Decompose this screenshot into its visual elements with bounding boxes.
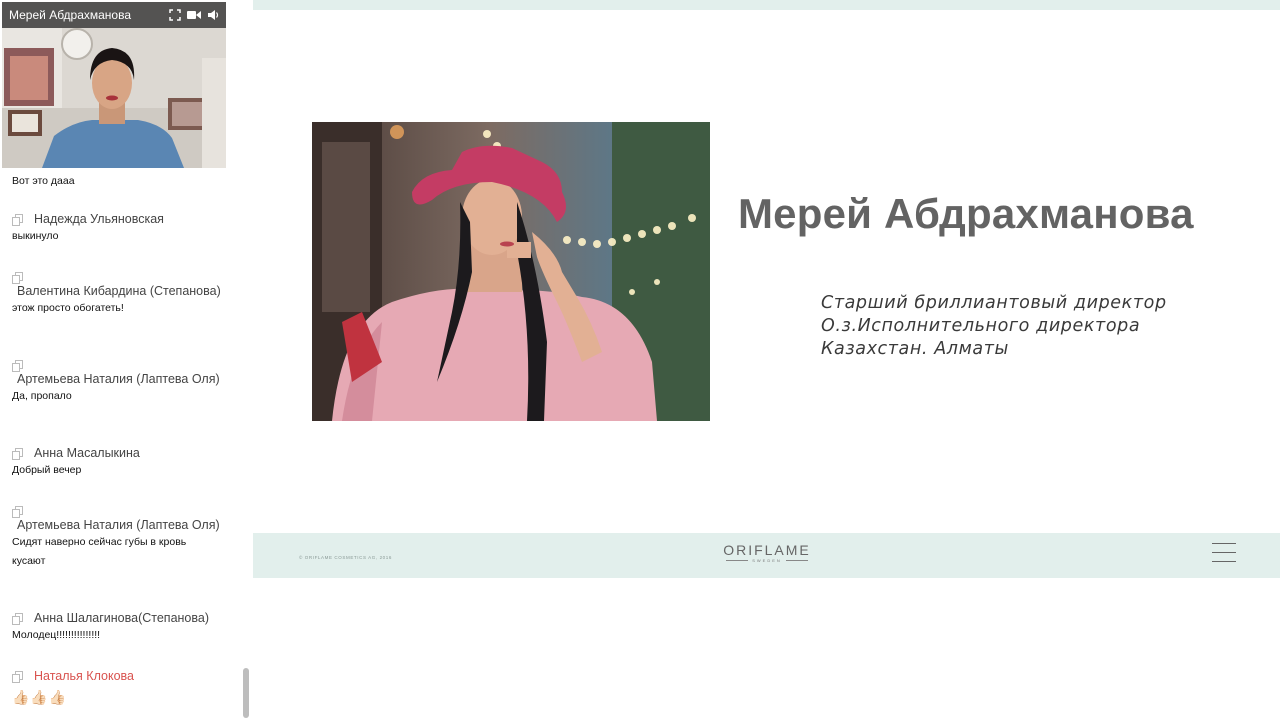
slide-footer: © ORIFLAME COSMETICS AG, 2016 ORIFLAME S… [253,533,1280,578]
copy-icon[interactable] [12,448,24,460]
subtitle-line: Старший бриллиантовый директор [821,293,1167,313]
presentation-slide: Мерей Абдрахманова Старший бриллиантовый… [253,0,1280,580]
chat-author: Наталья Клокова [34,669,134,683]
menu-lines-icon [1212,543,1236,567]
speaker-icon[interactable] [207,9,219,21]
thumbs-up-emoji: 👍🏻👍🏻👍🏻 [12,689,68,705]
webcam-feed [2,28,226,168]
chat-message: Вот это дааа [12,172,222,191]
chat-message-text: Сидят наверно сейчас губы в кровь кусают [12,536,187,567]
copy-icon[interactable] [12,272,24,284]
slide-top-band [253,0,1280,10]
camera-icon[interactable] [187,10,201,20]
oriflame-logo: ORIFLAME SWEDEN [717,542,817,563]
speaker-photo [312,122,710,421]
logo-text: ORIFLAME [723,542,811,558]
chat-message-text: Вот это дааа [12,175,75,187]
subtitle-line: О.з.Исполнительного директора [821,316,1141,336]
chat-message-text: Добрый вечер [12,464,82,476]
copy-icon[interactable] [12,506,24,518]
chat-author: Валентина Кибардина (Степанова) [17,284,221,298]
chat-scrollbar[interactable] [243,172,249,718]
chat-message: Артемьева Наталия (Лаптева Оля) Сидят на… [12,504,222,571]
video-tile[interactable]: Мерей Абдрахманова [2,2,226,168]
fullscreen-icon[interactable] [169,9,181,21]
chat-message-text: Молодец!!!!!!!!!!!!!!! [12,629,101,641]
subtitle-line: Казахстан. Алматы [821,339,1009,359]
video-title-bar: Мерей Абдрахманова [2,2,226,28]
copy-icon[interactable] [12,613,24,625]
chat-message-text: Да, пропало [12,390,72,402]
left-panel: Мерей Абдрахманова Вот это дааа Надежда … [0,0,252,720]
copy-icon[interactable] [12,214,24,226]
video-title: Мерей Абдрахманова [9,8,132,22]
copy-icon[interactable] [12,360,24,372]
chat-author: Артемьева Наталия (Лаптева Оля) [17,518,220,532]
copy-icon[interactable] [12,671,24,683]
chat-scrollbar-thumb[interactable] [243,668,249,718]
chat-author: Надежда Ульяновская [34,212,164,226]
chat-message: Артемьева Наталия (Лаптева Оля) Да, проп… [12,358,222,406]
chat-author: Артемьева Наталия (Лаптева Оля) [17,372,220,386]
chat-message: Надежда Ульяновская выкинуло [12,212,222,246]
chat-list[interactable]: Вот это дааа Надежда Ульяновская выкинул… [0,168,240,720]
slide-title: Мерей Абдрахманова [738,190,1194,237]
chat-message: Наталья Клокова 👍🏻👍🏻👍🏻 [12,669,222,710]
chat-message: Валентина Кибардина (Степанова) этож про… [12,270,222,318]
chat-message-text: выкинуло [12,230,59,242]
chat-message: Анна Шалагинова(Степанова) Молодец!!!!!!… [12,611,222,645]
chat-message: Анна Масалыкина Добрый вечер [12,446,222,480]
chat-author: Анна Шалагинова(Степанова) [34,611,209,625]
chat-message-text: этож просто обогатеть! [12,302,124,314]
logo-subtext: SWEDEN [752,558,782,563]
chat-author: Анна Масалыкина [34,446,140,460]
slide-subtitle: Старший бриллиантовый директор О.з.Испол… [821,292,1261,361]
copyright-text: © ORIFLAME COSMETICS AG, 2016 [299,555,392,560]
